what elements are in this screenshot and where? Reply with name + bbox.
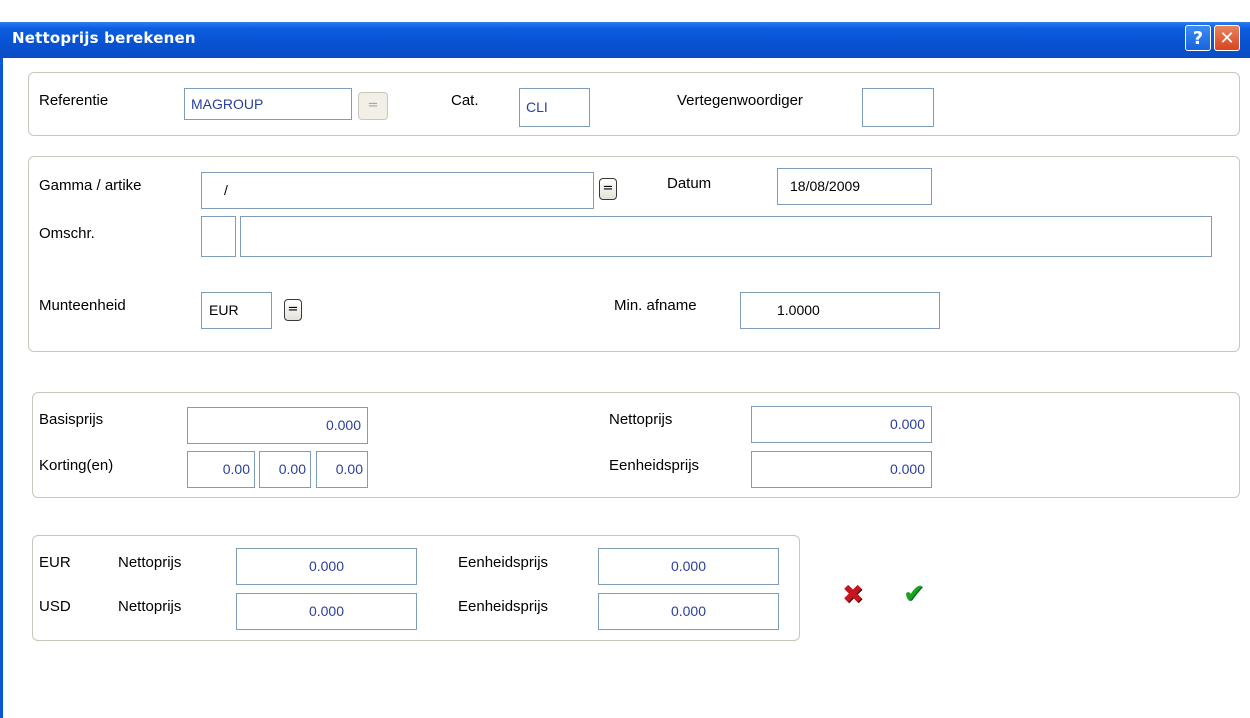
close-button[interactable]: ✕ bbox=[1214, 25, 1240, 51]
basisprijs-field[interactable]: 0.000 bbox=[187, 407, 368, 444]
currency-eenheid-label-usd: Eenheidsprijs bbox=[458, 598, 549, 615]
gamma-lookup-button[interactable]: = bbox=[599, 178, 617, 200]
korting1-field[interactable]: 0.00 bbox=[187, 451, 255, 488]
cat-field[interactable]: CLI bbox=[519, 88, 590, 127]
datum-field[interactable]: 18/08/2009 bbox=[777, 168, 932, 205]
currency-netto-label-eur: Nettoprijs bbox=[118, 554, 182, 571]
basisprijs-label: Basisprijs bbox=[39, 411, 104, 428]
omschr-code-field[interactable] bbox=[201, 216, 236, 257]
currency-eenheid-field-usd[interactable]: 0.000 bbox=[598, 593, 779, 630]
currency-eenheid-field-eur[interactable]: 0.000 bbox=[598, 548, 779, 585]
eenheidsprijs-label: Eenheidsprijs bbox=[609, 457, 700, 474]
currency-eenheid-label-eur: Eenheidsprijs bbox=[458, 554, 549, 571]
eenheidsprijs-field[interactable]: 0.000 bbox=[751, 451, 932, 488]
currency-netto-field-usd[interactable]: 0.000 bbox=[236, 593, 417, 630]
omschr-label: Omschr. bbox=[39, 225, 95, 242]
min-afname-label: Min. afname bbox=[614, 297, 697, 314]
nettoprijs-field[interactable]: 0.000 bbox=[751, 406, 932, 443]
nettoprijs-label: Nettoprijs bbox=[609, 411, 673, 428]
omschr-field[interactable] bbox=[240, 216, 1212, 257]
currency-code-usd: USD bbox=[39, 598, 71, 615]
help-button[interactable]: ? bbox=[1185, 25, 1211, 51]
currency-netto-field-eur[interactable]: 0.000 bbox=[236, 548, 417, 585]
munteenheid-label: Munteenheid bbox=[39, 297, 126, 314]
munteenheid-field[interactable]: EUR bbox=[201, 292, 272, 329]
korting2-field[interactable]: 0.00 bbox=[259, 451, 311, 488]
munteenheid-lookup-button[interactable]: = bbox=[284, 299, 302, 321]
titlebar-band: Nettoprijs berekenen ? ✕ bbox=[0, 22, 1250, 58]
currency-netto-label-usd: Nettoprijs bbox=[118, 598, 182, 615]
cat-label: Cat. bbox=[451, 92, 479, 109]
confirm-check-icon[interactable]: ✔ bbox=[903, 581, 929, 607]
korting3-field[interactable]: 0.00 bbox=[316, 451, 368, 488]
gamma-label: Gamma / artike bbox=[39, 177, 142, 194]
referentie-label: Referentie bbox=[39, 92, 109, 109]
gamma-field[interactable]: / bbox=[201, 172, 594, 209]
min-afname-field[interactable]: 1.0000 bbox=[740, 292, 940, 329]
referentie-lookup-button[interactable]: = bbox=[358, 92, 388, 120]
vertegenwoordiger-field[interactable] bbox=[862, 88, 934, 127]
window-left-border bbox=[0, 58, 3, 718]
window-title: Nettoprijs berekenen bbox=[12, 29, 196, 47]
kortingen-label: Korting(en) bbox=[39, 457, 114, 474]
datum-label: Datum bbox=[667, 175, 712, 192]
referentie-field[interactable]: MAGROUP bbox=[184, 88, 352, 120]
cancel-x-icon[interactable]: ✖ bbox=[842, 582, 870, 608]
vertegenwoordiger-label: Vertegenwoordiger bbox=[677, 92, 803, 109]
window-titlebar: Nettoprijs berekenen ? ✕ bbox=[0, 0, 1250, 58]
currency-code-eur: EUR bbox=[39, 554, 71, 571]
